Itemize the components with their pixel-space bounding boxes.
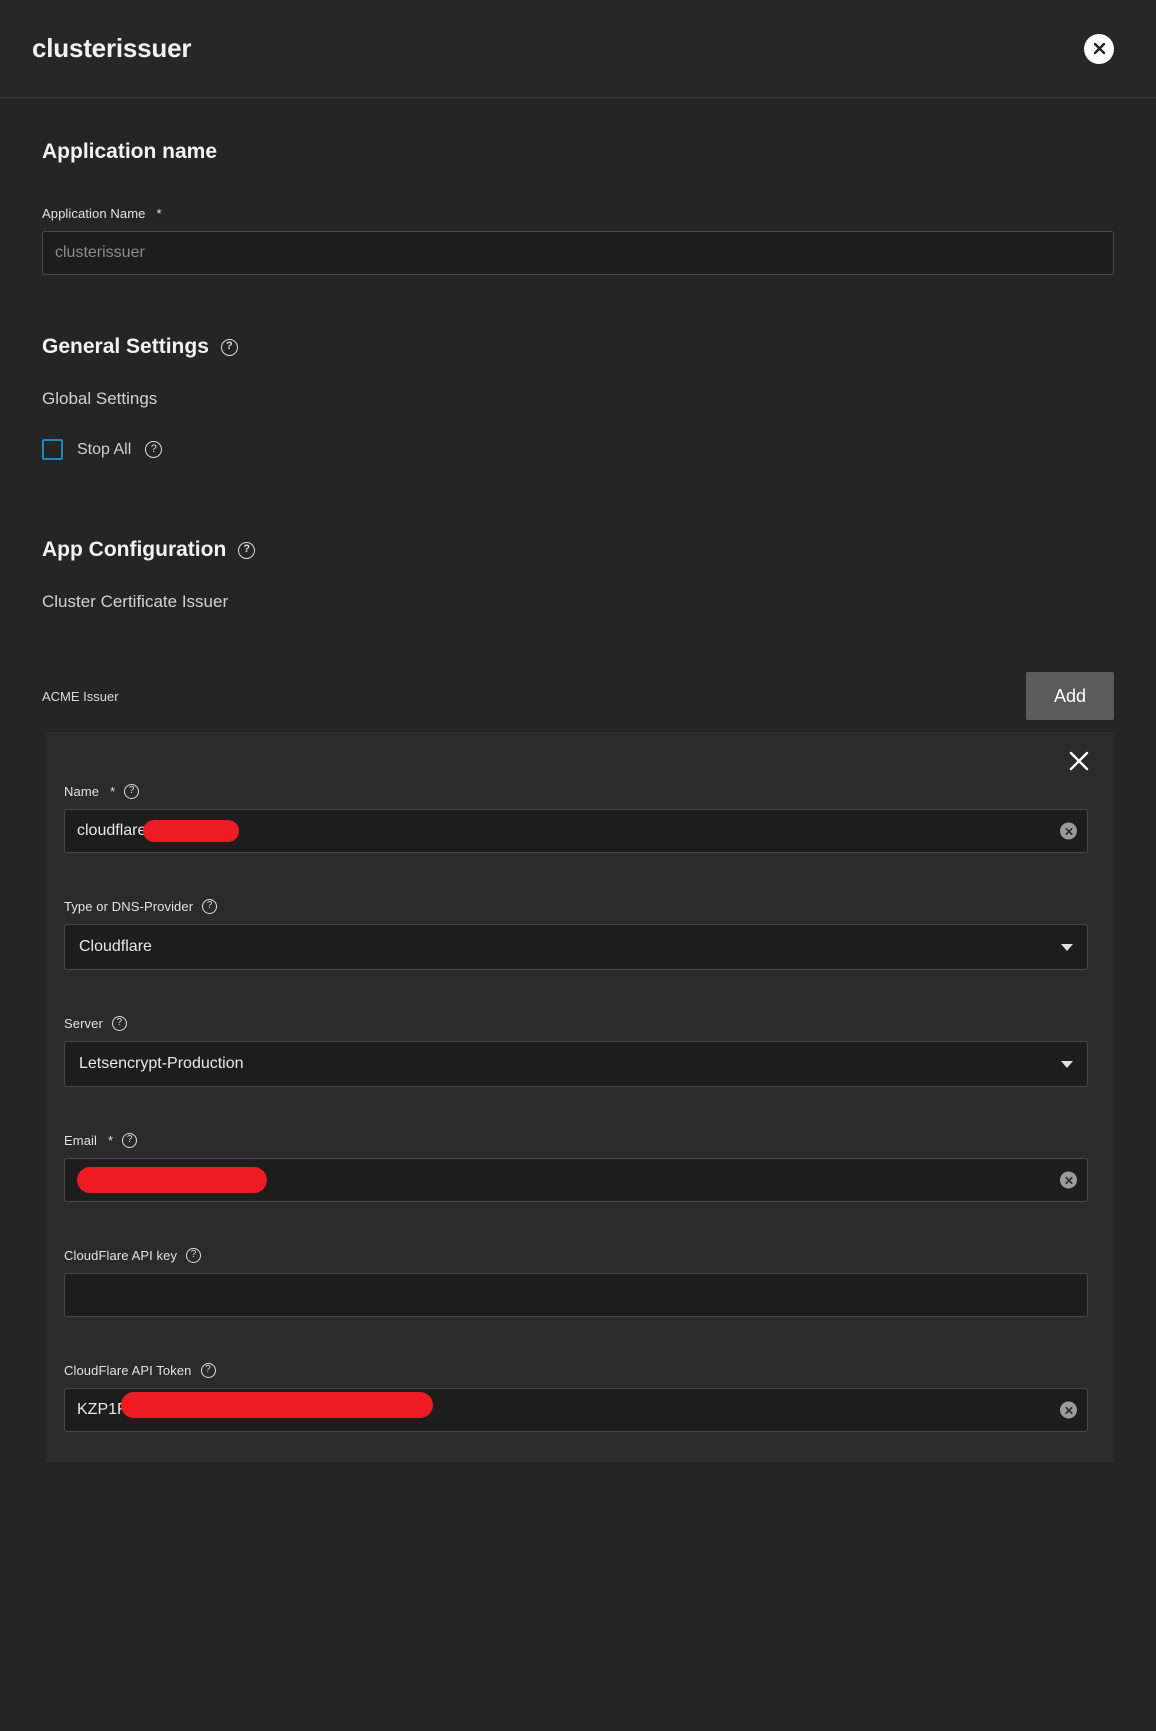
add-button[interactable]: Add [1026,672,1114,720]
application-name-section: Application name Application Name * clus… [0,140,1156,275]
issuer-server-label-text: Server [64,1016,103,1031]
required-asterisk: * [108,1133,114,1148]
global-settings-label: Global Settings [42,389,158,408]
cloudflare-api-key-label-text: CloudFlare API key [64,1248,178,1263]
help-circle-icon[interactable]: ? [220,338,238,356]
issuer-server-select[interactable]: Letsencrypt-Production [64,1041,1088,1087]
help-circle-icon[interactable]: ? [122,1133,138,1148]
clear-circle-icon[interactable] [1060,1401,1077,1419]
redaction-overlay [143,820,240,842]
general-settings-heading-text: General Settings [42,335,209,358]
issuer-email-label: Email * ? [64,1133,1088,1148]
cluster-certificate-issuer-label: Cluster Certificate Issuer [42,592,229,611]
redaction-overlay [121,1392,433,1418]
help-circle-icon[interactable]: ? [145,441,163,458]
issuer-name-label-text: Name [64,784,100,799]
chevron-down-icon[interactable] [1061,943,1073,951]
issuer-email-label-text: Email [64,1133,98,1148]
cloudflare-api-key-input[interactable] [64,1273,1088,1317]
cloudflare-api-key-label: CloudFlare API key ? [64,1248,1088,1263]
acme-issuer-row: ACME Issuer Add [0,672,1156,720]
modal-header: clusterissuer [0,0,1156,98]
required-asterisk: * [110,784,116,799]
issuer-type-select[interactable]: Cloudflare [64,924,1088,970]
application-name-heading: Application name [42,140,1114,164]
required-asterisk: * [156,206,162,221]
general-settings-section: General Settings ? Global Settings Stop … [0,335,1156,460]
stop-all-checkbox[interactable] [42,439,63,460]
issuer-server-label: Server ? [64,1016,1088,1031]
cloudflare-api-token-value: KZP1F [77,1401,127,1418]
redaction-overlay [77,1167,267,1193]
clear-circle-icon[interactable] [1060,1171,1077,1189]
application-name-input-placeholder: clusterissuer [55,244,145,261]
issuer-type-value: Cloudflare [79,938,152,955]
clear-circle-icon[interactable] [1060,822,1077,840]
help-circle-icon[interactable]: ? [124,784,140,799]
issuer-email-field: Email * ? [64,1133,1088,1202]
application-name-label: Application Name * [42,206,1114,221]
page-title: clusterissuer [32,33,192,63]
application-name-label-text: Application Name [42,206,146,221]
acme-issuer-card: Name * ? cloudflare Type or DNS-Provider… [46,732,1114,1462]
issuer-server-value: Letsencrypt-Production [79,1055,244,1072]
cloudflare-api-token-field: CloudFlare API Token ? KZP1F [64,1363,1088,1432]
help-circle-icon[interactable]: ? [186,1248,202,1263]
issuer-name-label: Name * ? [64,784,1088,799]
close-icon[interactable] [1084,33,1114,64]
cloudflare-api-token-label-text: CloudFlare API Token [64,1363,192,1378]
chevron-down-icon[interactable] [1061,1060,1073,1068]
help-circle-icon[interactable]: ? [238,541,256,559]
modal-body: Application name Application Name * clus… [0,98,1156,1462]
issuer-type-label: Type or DNS-Provider ? [64,899,1088,914]
help-circle-icon[interactable]: ? [111,1016,127,1031]
issuer-name-input[interactable]: cloudflare [64,809,1088,853]
issuer-server-field: Server ? Letsencrypt-Production [64,1016,1088,1087]
acme-issuer-label: ACME Issuer [42,688,119,704]
cloudflare-api-token-input[interactable]: KZP1F [64,1388,1088,1432]
help-circle-icon[interactable]: ? [200,1363,216,1378]
remove-issuer-icon[interactable] [1066,748,1092,774]
app-configuration-heading-text: App Configuration [42,538,227,561]
app-configuration-section: App Configuration ? Cluster Certificate … [0,538,1156,612]
general-settings-heading: General Settings ? [42,335,1114,359]
application-name-input[interactable]: clusterissuer [42,231,1114,275]
stop-all-row[interactable]: Stop All ? [42,439,1114,460]
cloudflare-api-key-field: CloudFlare API key ? [64,1248,1088,1317]
stop-all-label: Stop All [77,440,132,458]
issuer-type-field: Type or DNS-Provider ? Cloudflare [64,899,1088,970]
cloudflare-api-token-label: CloudFlare API Token ? [64,1363,1088,1378]
help-circle-icon[interactable]: ? [202,899,218,914]
issuer-name-value: cloudflare [77,822,147,839]
issuer-name-field: Name * ? cloudflare [64,784,1088,853]
app-configuration-heading: App Configuration ? [42,538,1114,562]
issuer-type-label-text: Type or DNS-Provider [64,899,194,914]
issuer-email-input[interactable] [64,1158,1088,1202]
application-name-heading-text: Application name [42,140,218,163]
